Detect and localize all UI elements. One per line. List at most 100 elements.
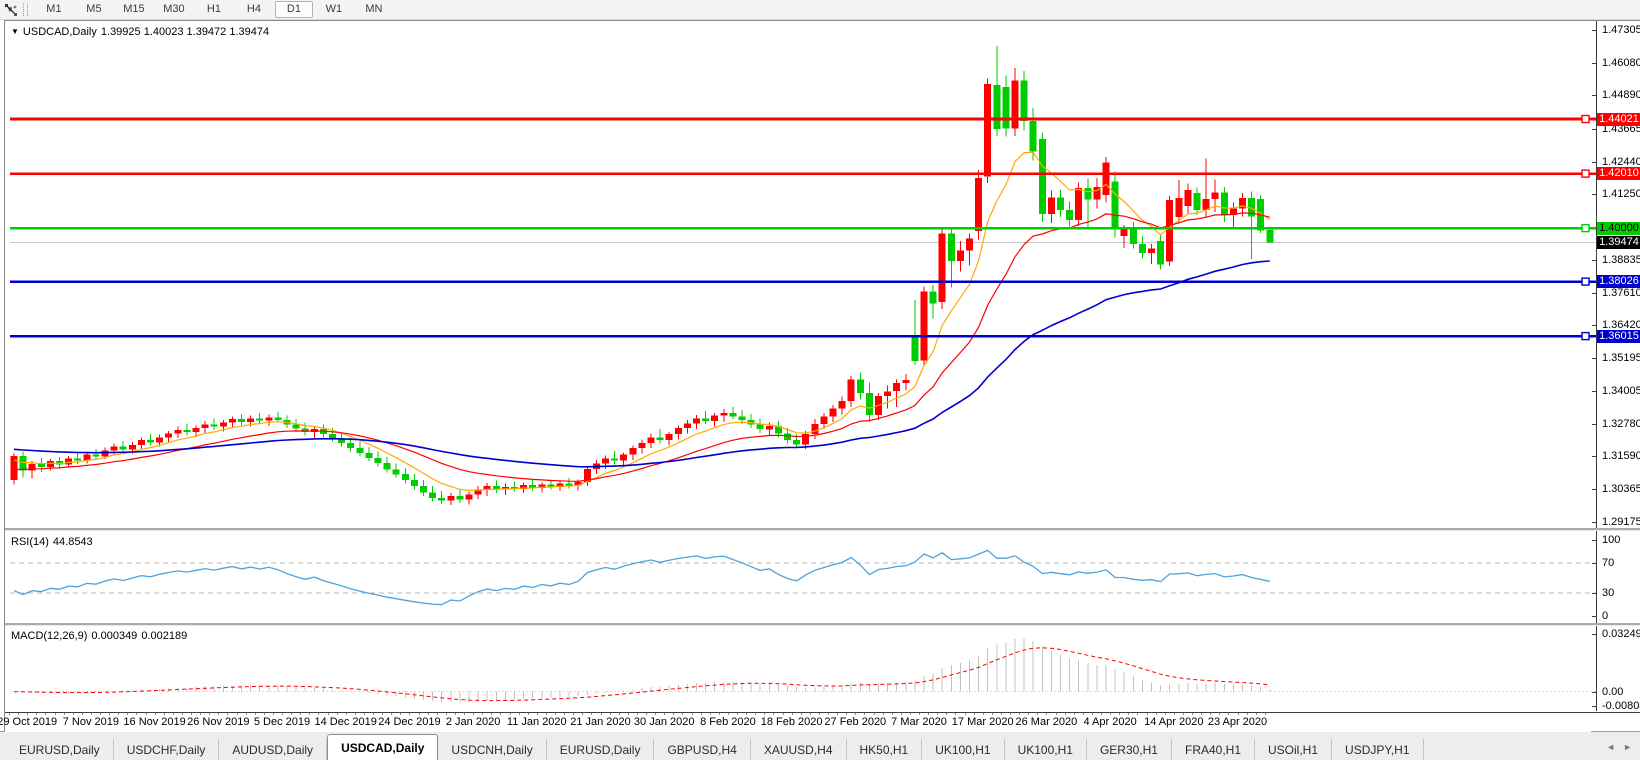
- date-label: 24 Dec 2019: [378, 716, 440, 728]
- rsi-pane[interactable]: [10, 532, 1596, 624]
- axis-tick-label: 1.41250: [1602, 188, 1640, 200]
- axis-tick-label: 1.32780: [1602, 418, 1640, 430]
- timeframe-button-m30[interactable]: M30: [155, 1, 193, 18]
- axis-tick: [1592, 563, 1597, 564]
- axis-tick-label: 1.47305: [1602, 24, 1640, 36]
- date-label: 23 Apr 2020: [1208, 716, 1267, 728]
- axis-tick-label: 30: [1602, 587, 1614, 599]
- timeframe-button-d1[interactable]: D1: [275, 1, 313, 18]
- ohlc-readout: 1.39925 1.40023 1.39472 1.39474: [101, 26, 269, 38]
- macd-label: MACD(12,26,9) 0.000349 0.002189: [11, 630, 191, 642]
- chart-tab-uk100-h1[interactable]: UK100,H1: [1005, 739, 1087, 760]
- date-label: 7 Nov 2019: [63, 716, 119, 728]
- date-label: 14 Apr 2020: [1144, 716, 1203, 728]
- line-studies-icon: [4, 3, 20, 17]
- price-level-badge: 1.42010: [1597, 167, 1640, 180]
- axis-tick-label: 0.032493: [1602, 628, 1640, 640]
- rsi-value: 44.8543: [53, 536, 93, 548]
- axis-tick: [1592, 456, 1597, 457]
- line-studies-tool-button[interactable]: ▼: [0, 1, 18, 18]
- axis-tick: [1592, 706, 1597, 707]
- macd-signal-value: 0.002189: [141, 630, 187, 642]
- date-label: 5 Dec 2019: [254, 716, 310, 728]
- timeframe-button-h1[interactable]: H1: [195, 1, 233, 18]
- date-label: 7 Mar 2020: [891, 716, 947, 728]
- axis-tick: [1592, 616, 1597, 617]
- timeframe-button-m15[interactable]: M15: [115, 1, 153, 18]
- main-price-pane[interactable]: [10, 22, 1596, 529]
- axis-tick: [1592, 391, 1597, 392]
- axis-tick-label: 1.31590: [1602, 450, 1640, 462]
- price-level-badge: 1.44021: [1597, 113, 1640, 126]
- axis-tick-label: 1.35195: [1602, 352, 1640, 364]
- timeframe-button-m1[interactable]: M1: [35, 1, 73, 18]
- timeframe-button-mn[interactable]: MN: [355, 1, 393, 18]
- date-label: 17 Mar 2020: [952, 716, 1014, 728]
- chart-title: USDCAD,Daily: [23, 26, 97, 38]
- time-axis[interactable]: 29 Oct 20197 Nov 201916 Nov 201926 Nov 2…: [5, 712, 1591, 732]
- date-label: 26 Mar 2020: [1016, 716, 1078, 728]
- chart-tab-audusd-daily[interactable]: AUDUSD,Daily: [219, 739, 327, 760]
- chart-tab-ger30-h1[interactable]: GER30,H1: [1087, 739, 1172, 760]
- macd-pane[interactable]: [10, 626, 1596, 712]
- chart-window: ▼ USDCAD,Daily 1.39925 1.40023 1.39472 1.3…: [4, 20, 1640, 732]
- chart-tab-usoil-h1[interactable]: USOil,H1: [1255, 739, 1332, 760]
- collapse-triangle-icon[interactable]: ▼: [11, 27, 19, 36]
- axis-tick-label: 70: [1602, 557, 1614, 569]
- axis-tick-label: 1.37610: [1602, 287, 1640, 299]
- axis-tick: [1592, 129, 1597, 130]
- chart-tab-eurusd-daily[interactable]: EURUSD,Daily: [6, 739, 114, 760]
- chart-tab-usdcnh-daily[interactable]: USDCNH,Daily: [438, 739, 546, 760]
- toolbar-grip[interactable]: [23, 3, 28, 16]
- date-label: 4 Apr 2020: [1083, 716, 1136, 728]
- axis-tick-label: 100: [1602, 534, 1620, 546]
- date-label: 29 Oct 2019: [0, 716, 57, 728]
- chart-tabs: EURUSD,DailyUSDCHF,DailyAUDUSD,DailyUSDC…: [0, 732, 1598, 760]
- timeframe-button-h4[interactable]: H4: [235, 1, 273, 18]
- price-level-badge: 1.36015: [1597, 330, 1640, 343]
- pane-splitter-rsi[interactable]: [5, 528, 1640, 531]
- axis-tick: [1592, 95, 1597, 96]
- date-label: 2 Jan 2020: [446, 716, 500, 728]
- axis-tick: [1592, 293, 1597, 294]
- chart-title-overlay: ▼ USDCAD,Daily 1.39925 1.40023 1.39472 1.3…: [11, 26, 273, 38]
- axis-tick-label: 0.00: [1602, 686, 1623, 698]
- toolbar: ▼ M1M5M15M30H1H4D1W1MN: [0, 0, 1640, 20]
- timeframe-toolbar: M1M5M15M30H1H4D1W1MN: [35, 0, 395, 19]
- timeframe-button-w1[interactable]: W1: [315, 1, 353, 18]
- chart-tab-eurusd-daily[interactable]: EURUSD,Daily: [547, 739, 655, 760]
- date-label: 26 Nov 2019: [187, 716, 249, 728]
- timeframe-button-m5[interactable]: M5: [75, 1, 113, 18]
- price-level-badge: 1.39474: [1597, 236, 1640, 249]
- macd-name: MACD(12,26,9): [11, 630, 87, 642]
- axis-tick: [1592, 634, 1597, 635]
- chart-tab-hk50-h1[interactable]: HK50,H1: [847, 739, 923, 760]
- axis-tick: [1592, 30, 1597, 31]
- chart-tab-usdchf-daily[interactable]: USDCHF,Daily: [114, 739, 220, 760]
- axis-tick: [1592, 194, 1597, 195]
- date-label: 18 Feb 2020: [761, 716, 823, 728]
- tabs-scroll-left-icon[interactable]: ◄: [1606, 742, 1615, 752]
- macd-main-value: 0.000349: [91, 630, 137, 642]
- chart-tab-bar: EURUSD,DailyUSDCHF,DailyAUDUSD,DailyUSDC…: [0, 731, 1640, 760]
- chart-tab-usdjpy-h1[interactable]: USDJPY,H1: [1332, 739, 1423, 760]
- tabs-scroll-right-icon[interactable]: ►: [1623, 742, 1632, 752]
- date-label: 27 Feb 2020: [824, 716, 886, 728]
- axis-tick: [1592, 260, 1597, 261]
- axis-tick-label: 0: [1602, 610, 1608, 622]
- pane-splitter-macd[interactable]: [5, 623, 1640, 626]
- axis-tick-label: -0.008086: [1602, 700, 1640, 712]
- chart-tab-xauusd-h4[interactable]: XAUUSD,H4: [751, 739, 847, 760]
- chart-tab-uk100-h1[interactable]: UK100,H1: [922, 739, 1004, 760]
- chart-tab-fra40-h1[interactable]: FRA40,H1: [1172, 739, 1255, 760]
- chart-tab-usdcad-daily[interactable]: USDCAD,Daily: [327, 734, 438, 760]
- axis-tick-label: 1.46080: [1602, 57, 1640, 69]
- axis-tick: [1592, 63, 1597, 64]
- axis-tick: [1592, 522, 1597, 523]
- price-level-badge: 1.40000: [1597, 222, 1640, 235]
- axis-tick: [1592, 540, 1597, 541]
- time-axis-border: [5, 712, 1640, 713]
- axis-tick: [1592, 162, 1597, 163]
- rsi-label: RSI(14)44.8543: [11, 536, 97, 548]
- chart-tab-gbpusd-h4[interactable]: GBPUSD,H4: [654, 739, 750, 760]
